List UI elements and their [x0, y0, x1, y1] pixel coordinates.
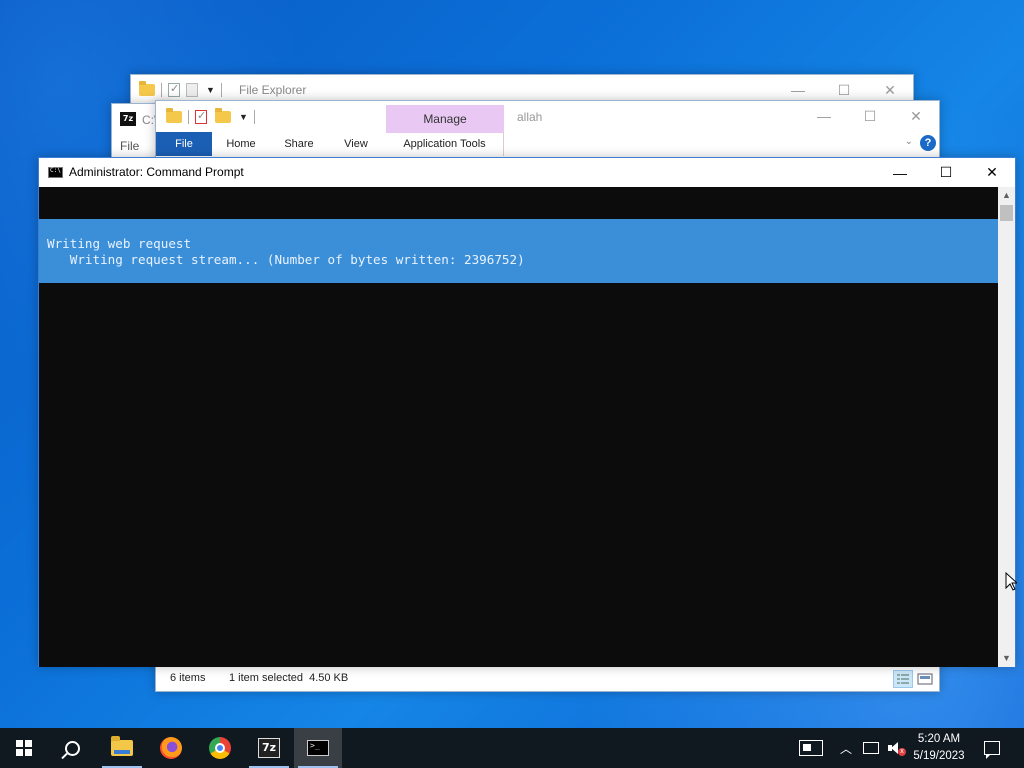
tab-share[interactable]: Share [270, 132, 328, 156]
sevenzip-icon: 7z [120, 112, 136, 126]
taskbar-7zip[interactable]: 7z [245, 728, 293, 768]
volume-button[interactable]: x [884, 728, 906, 768]
minimize-button[interactable]: — [877, 158, 923, 187]
command-prompt-icon [307, 740, 329, 756]
title-bar[interactable]: Administrator: Command Prompt — ☐ ✕ [39, 158, 1015, 187]
items-count: 6 items [170, 672, 206, 684]
folder-icon [166, 108, 182, 123]
chevron-up-icon: ︿ [839, 741, 852, 756]
divider [161, 83, 162, 97]
close-button[interactable]: ✕ [969, 158, 1015, 187]
show-hidden-icons-button[interactable]: ︿ [836, 728, 856, 768]
scroll-down-arrow-icon[interactable]: ▼ [998, 650, 1015, 667]
chrome-icon [209, 737, 231, 759]
vertical-scrollbar[interactable]: ▲ ▼ [998, 187, 1015, 667]
details-view-button[interactable] [893, 670, 913, 688]
taskbar-command-prompt[interactable] [294, 728, 342, 768]
firefox-icon [160, 737, 182, 759]
file-explorer-icon [111, 736, 133, 756]
network-button[interactable] [860, 728, 882, 768]
customize-dropdown-icon[interactable]: ▼ [239, 112, 248, 122]
selection-info: 1 item selected 4.50 KB [229, 672, 349, 684]
window-title: Administrator: Command Prompt [69, 165, 244, 179]
large-icons-view-button[interactable] [915, 670, 935, 688]
new-folder-icon[interactable] [215, 108, 231, 123]
ribbon-tabs: File Home Share View Application Tools [156, 132, 939, 156]
console-output[interactable]: Writing web request Writing request stre… [39, 187, 999, 667]
tab-view[interactable]: View [328, 132, 384, 156]
volume-muted-icon: x [888, 742, 906, 756]
folder-icon [139, 81, 155, 96]
maximize-button[interactable]: ☐ [923, 158, 969, 187]
divider [188, 110, 189, 124]
mouse-cursor-icon [1005, 572, 1017, 591]
minimize-button[interactable]: — [801, 101, 847, 131]
search-button[interactable] [48, 728, 96, 768]
close-button[interactable]: ✕ [893, 101, 939, 131]
properties-icon[interactable] [195, 109, 207, 124]
properties-icon[interactable] [168, 82, 180, 97]
status-bar: 6 items 1 item selected 4.50 KB [156, 667, 939, 691]
divider [220, 83, 222, 97]
clock-date: 5/19/2023 [913, 750, 965, 762]
tab-application-tools[interactable]: Application Tools [386, 132, 504, 156]
taskbar-chrome[interactable] [196, 728, 244, 768]
large-icons-view-icon [917, 673, 933, 685]
customize-dropdown-icon[interactable]: ▼ [206, 85, 215, 95]
network-icon [863, 742, 879, 754]
quick-access-toolbar: ▼ [166, 108, 261, 126]
scroll-up-arrow-icon[interactable]: ▲ [998, 187, 1015, 204]
tab-home[interactable]: Home [212, 132, 270, 156]
tab-file[interactable]: File [156, 132, 212, 156]
new-folder-icon[interactable] [186, 83, 198, 97]
news-widget-button[interactable] [796, 728, 826, 768]
command-prompt-window[interactable]: Administrator: Command Prompt — ☐ ✕ Writ… [38, 157, 1016, 667]
notification-center-button[interactable] [978, 728, 1006, 768]
start-button[interactable] [0, 728, 48, 768]
scrollbar-thumb[interactable] [1000, 205, 1013, 221]
clock-time: 5:20 AM [917, 733, 961, 745]
command-prompt-icon [48, 167, 63, 178]
taskbar: 7z ︿ x 5:20 AM 5/19/2023 [0, 728, 1024, 768]
help-icon[interactable]: ? [920, 135, 936, 151]
quick-access-toolbar: ▼ [139, 81, 228, 99]
tab-manage[interactable]: Manage [386, 105, 504, 133]
taskbar-file-explorer[interactable] [98, 728, 146, 768]
window-title: allah [517, 110, 543, 124]
taskbar-firefox[interactable] [147, 728, 195, 768]
windows-logo-icon [16, 740, 32, 756]
progress-status: Writing request stream... (Number of byt… [47, 252, 525, 267]
progress-activity: Writing web request [47, 236, 192, 251]
progress-banner [39, 219, 999, 283]
clock[interactable]: 5:20 AM 5/19/2023 [904, 731, 974, 765]
search-icon [64, 740, 80, 756]
expand-ribbon-icon[interactable]: ⌄ [905, 136, 913, 147]
divider [253, 110, 255, 124]
menu-file[interactable]: File [120, 139, 139, 153]
maximize-button[interactable]: ☐ [847, 101, 893, 131]
details-view-icon [897, 674, 909, 684]
notification-icon [984, 741, 1000, 759]
sevenzip-icon: 7z [258, 738, 280, 758]
news-icon [799, 740, 823, 756]
window-title: File Explorer [239, 83, 307, 97]
